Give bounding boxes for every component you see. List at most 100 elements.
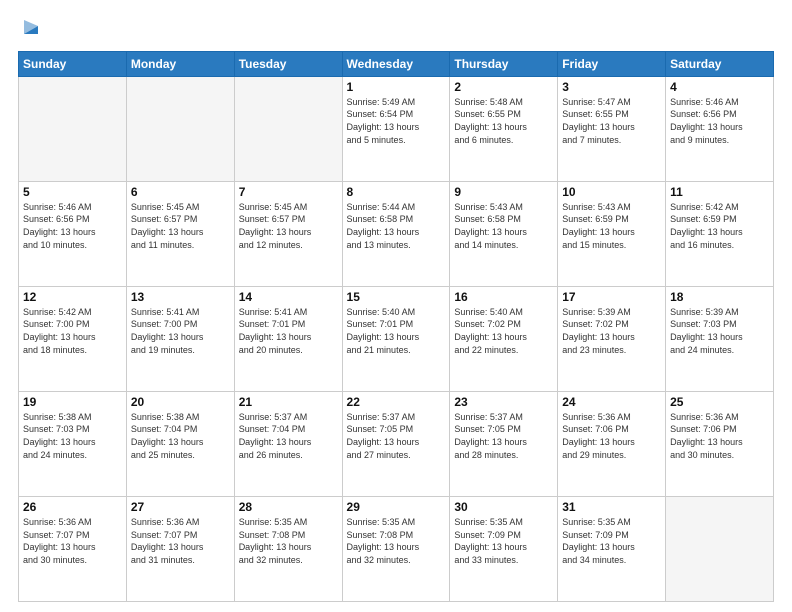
- day-info: Sunrise: 5:43 AM Sunset: 6:59 PM Dayligh…: [562, 201, 661, 251]
- calendar-cell: 6Sunrise: 5:45 AM Sunset: 6:57 PM Daylig…: [126, 181, 234, 286]
- day-number: 26: [23, 500, 122, 514]
- calendar-cell: 26 Sunrise: 5:36 AM Sunset: 7:07 PM Dayli…: [19, 496, 127, 601]
- calendar-cell: 12 Sunrise: 5:42 AM Sunset: 7:00 PM Dayli…: [19, 286, 127, 391]
- day-info: Sunrise: 5:39 AM Sunset: 7:02 PM Dayligh…: [562, 306, 661, 356]
- day-info: Sunrise: 5:36 AM Sunset: 7:06 PM Dayligh…: [670, 411, 769, 461]
- day-number: 22: [347, 395, 446, 409]
- day-info: Sunrise: 5:45 AM Sunset: 6:57 PM Dayligh…: [131, 201, 230, 251]
- weekday-header-row: SundayMondayTuesdayWednesdayThursdayFrid…: [19, 51, 774, 76]
- calendar-cell: 5 Sunrise: 5:46 AM Sunset: 6:56 PM Daylig…: [19, 181, 127, 286]
- day-info: Sunrise: 5:44 AM Sunset: 6:58 PM Dayligh…: [347, 201, 446, 251]
- calendar-cell: 3 Sunrise: 5:47 AM Sunset: 6:55 PM Daylig…: [558, 76, 666, 181]
- day-info: Sunrise: 5:39 AM Sunset: 7:03 PM Dayligh…: [670, 306, 769, 356]
- header: [18, 16, 774, 43]
- day-number: 24: [562, 395, 661, 409]
- day-info: Sunrise: 5:46 AM Sunset: 6:56 PM Dayligh…: [23, 201, 122, 251]
- day-info: Sunrise: 5:49 AM Sunset: 6:54 PM Dayligh…: [347, 96, 446, 146]
- calendar-cell: 25 Sunrise: 5:36 AM Sunset: 7:06 PM Dayli…: [666, 391, 774, 496]
- day-number: 27: [131, 500, 230, 514]
- day-info: Sunrise: 5:36 AM Sunset: 7:07 PM Dayligh…: [23, 516, 122, 566]
- day-number: 5: [23, 185, 122, 199]
- calendar-cell: 10 Sunrise: 5:43 AM Sunset: 6:59 PM Dayli…: [558, 181, 666, 286]
- calendar-cell: 13Sunrise: 5:41 AM Sunset: 7:00 PM Dayli…: [126, 286, 234, 391]
- day-number: 10: [562, 185, 661, 199]
- calendar-cell: 31 Sunrise: 5:35 AM Sunset: 7:09 PM Dayli…: [558, 496, 666, 601]
- logo: [18, 16, 42, 43]
- day-number: 31: [562, 500, 661, 514]
- day-info: Sunrise: 5:46 AM Sunset: 6:56 PM Dayligh…: [670, 96, 769, 146]
- calendar-cell: 29 Sunrise: 5:35 AM Sunset: 7:08 PM Dayli…: [342, 496, 450, 601]
- day-number: 14: [239, 290, 338, 304]
- day-info: Sunrise: 5:35 AM Sunset: 7:09 PM Dayligh…: [454, 516, 553, 566]
- day-number: 7: [239, 185, 338, 199]
- calendar-cell: 14 Sunrise: 5:41 AM Sunset: 7:01 PM Dayli…: [234, 286, 342, 391]
- day-info: Sunrise: 5:38 AM Sunset: 7:03 PM Dayligh…: [23, 411, 122, 461]
- day-number: 20: [131, 395, 230, 409]
- calendar-cell: 27 Sunrise: 5:36 AM Sunset: 7:07 PM Dayli…: [126, 496, 234, 601]
- calendar-cell: 15Sunrise: 5:40 AM Sunset: 7:01 PM Dayli…: [342, 286, 450, 391]
- day-info: Sunrise: 5:42 AM Sunset: 7:00 PM Dayligh…: [23, 306, 122, 356]
- day-number: 25: [670, 395, 769, 409]
- calendar-cell: 28Sunrise: 5:35 AM Sunset: 7:08 PM Dayli…: [234, 496, 342, 601]
- calendar-cell: 16Sunrise: 5:40 AM Sunset: 7:02 PM Dayli…: [450, 286, 558, 391]
- calendar-cell: [126, 76, 234, 181]
- day-info: Sunrise: 5:36 AM Sunset: 7:07 PM Dayligh…: [131, 516, 230, 566]
- calendar-cell: 19 Sunrise: 5:38 AM Sunset: 7:03 PM Dayli…: [19, 391, 127, 496]
- day-info: Sunrise: 5:48 AM Sunset: 6:55 PM Dayligh…: [454, 96, 553, 146]
- weekday-header-monday: Monday: [126, 51, 234, 76]
- day-info: Sunrise: 5:38 AM Sunset: 7:04 PM Dayligh…: [131, 411, 230, 461]
- day-number: 15: [347, 290, 446, 304]
- day-info: Sunrise: 5:37 AM Sunset: 7:05 PM Dayligh…: [347, 411, 446, 461]
- weekday-header-wednesday: Wednesday: [342, 51, 450, 76]
- day-info: Sunrise: 5:35 AM Sunset: 7:09 PM Dayligh…: [562, 516, 661, 566]
- day-info: Sunrise: 5:43 AM Sunset: 6:58 PM Dayligh…: [454, 201, 553, 251]
- weekday-header-tuesday: Tuesday: [234, 51, 342, 76]
- calendar-body: 1 Sunrise: 5:49 AM Sunset: 6:54 PM Daylig…: [19, 76, 774, 601]
- day-number: 18: [670, 290, 769, 304]
- calendar-cell: 22 Sunrise: 5:37 AM Sunset: 7:05 PM Dayli…: [342, 391, 450, 496]
- day-number: 4: [670, 80, 769, 94]
- weekday-header-sunday: Sunday: [19, 51, 127, 76]
- page: SundayMondayTuesdayWednesdayThursdayFrid…: [0, 0, 792, 612]
- day-number: 21: [239, 395, 338, 409]
- calendar-cell: 1 Sunrise: 5:49 AM Sunset: 6:54 PM Daylig…: [342, 76, 450, 181]
- calendar-week-2: 5 Sunrise: 5:46 AM Sunset: 6:56 PM Daylig…: [19, 181, 774, 286]
- weekday-header-thursday: Thursday: [450, 51, 558, 76]
- day-info: Sunrise: 5:45 AM Sunset: 6:57 PM Dayligh…: [239, 201, 338, 251]
- day-number: 29: [347, 500, 446, 514]
- calendar-cell: [19, 76, 127, 181]
- day-number: 1: [347, 80, 446, 94]
- day-info: Sunrise: 5:37 AM Sunset: 7:05 PM Dayligh…: [454, 411, 553, 461]
- day-info: Sunrise: 5:47 AM Sunset: 6:55 PM Dayligh…: [562, 96, 661, 146]
- day-number: 12: [23, 290, 122, 304]
- day-number: 9: [454, 185, 553, 199]
- day-number: 3: [562, 80, 661, 94]
- day-number: 11: [670, 185, 769, 199]
- calendar-cell: 24Sunrise: 5:36 AM Sunset: 7:06 PM Dayli…: [558, 391, 666, 496]
- calendar-cell: 4 Sunrise: 5:46 AM Sunset: 6:56 PM Daylig…: [666, 76, 774, 181]
- calendar-cell: 7 Sunrise: 5:45 AM Sunset: 6:57 PM Daylig…: [234, 181, 342, 286]
- calendar-week-5: 26 Sunrise: 5:36 AM Sunset: 7:07 PM Dayli…: [19, 496, 774, 601]
- logo-icon: [20, 16, 42, 38]
- day-info: Sunrise: 5:35 AM Sunset: 7:08 PM Dayligh…: [347, 516, 446, 566]
- day-number: 30: [454, 500, 553, 514]
- day-info: Sunrise: 5:41 AM Sunset: 7:00 PM Dayligh…: [131, 306, 230, 356]
- calendar-table: SundayMondayTuesdayWednesdayThursdayFrid…: [18, 51, 774, 602]
- day-number: 19: [23, 395, 122, 409]
- calendar-cell: [234, 76, 342, 181]
- calendar-cell: [666, 496, 774, 601]
- calendar-cell: 11 Sunrise: 5:42 AM Sunset: 6:59 PM Dayli…: [666, 181, 774, 286]
- day-info: Sunrise: 5:41 AM Sunset: 7:01 PM Dayligh…: [239, 306, 338, 356]
- day-number: 17: [562, 290, 661, 304]
- calendar-week-3: 12 Sunrise: 5:42 AM Sunset: 7:00 PM Dayli…: [19, 286, 774, 391]
- day-number: 2: [454, 80, 553, 94]
- calendar-week-4: 19 Sunrise: 5:38 AM Sunset: 7:03 PM Dayli…: [19, 391, 774, 496]
- calendar-cell: 20 Sunrise: 5:38 AM Sunset: 7:04 PM Dayli…: [126, 391, 234, 496]
- calendar-cell: 9 Sunrise: 5:43 AM Sunset: 6:58 PM Daylig…: [450, 181, 558, 286]
- weekday-header-friday: Friday: [558, 51, 666, 76]
- calendar-cell: 21 Sunrise: 5:37 AM Sunset: 7:04 PM Dayli…: [234, 391, 342, 496]
- day-number: 28: [239, 500, 338, 514]
- day-info: Sunrise: 5:37 AM Sunset: 7:04 PM Dayligh…: [239, 411, 338, 461]
- day-info: Sunrise: 5:42 AM Sunset: 6:59 PM Dayligh…: [670, 201, 769, 251]
- weekday-header-saturday: Saturday: [666, 51, 774, 76]
